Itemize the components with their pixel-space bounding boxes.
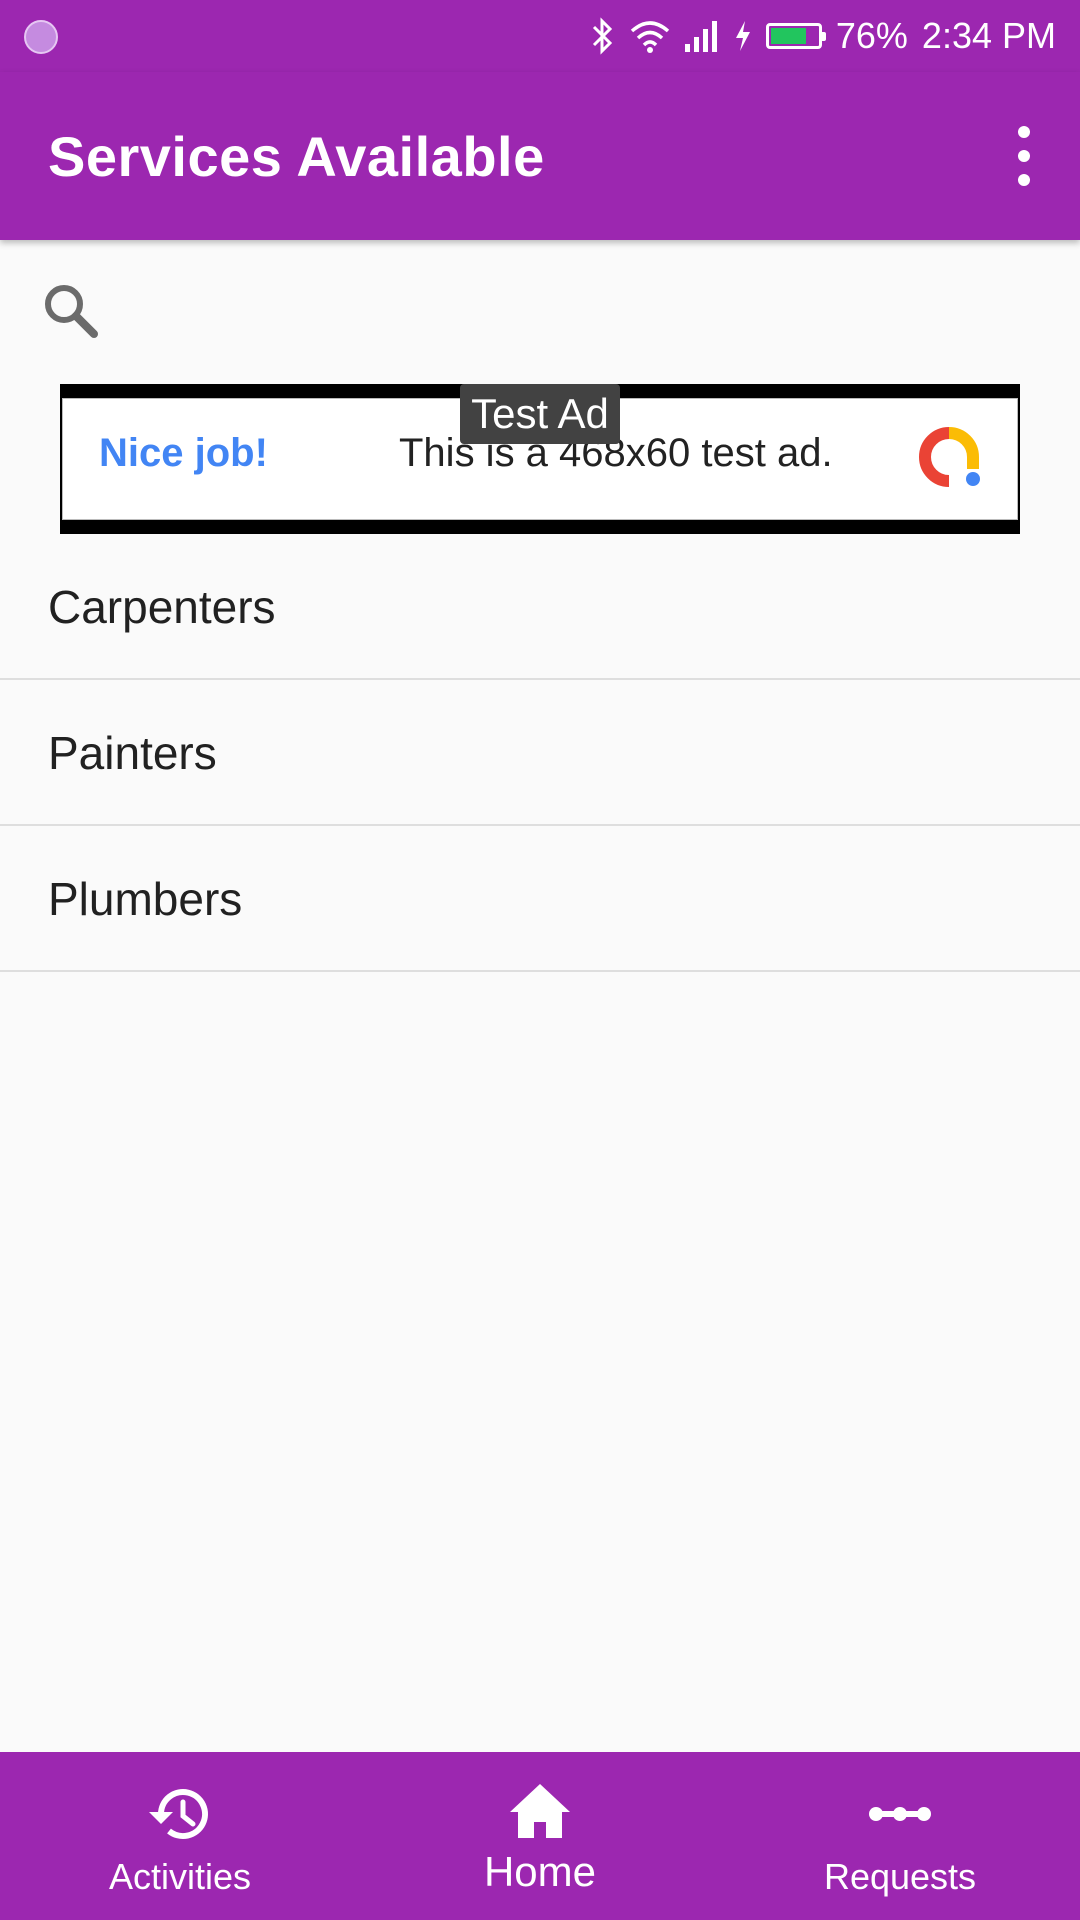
list-item-carpenters[interactable]: Carpenters	[0, 534, 1080, 680]
history-icon	[145, 1782, 215, 1851]
status-bar: 76% 2:34 PM	[0, 0, 1080, 72]
bottom-navigation: Activities Home Requests	[0, 1752, 1080, 1920]
nav-label: Activities	[108, 1856, 252, 1897]
list-item-label: Plumbers	[48, 873, 243, 925]
nav-label: Home	[483, 1848, 597, 1895]
search-icon[interactable]	[40, 280, 102, 347]
wifi-icon	[630, 19, 670, 53]
signal-icon	[684, 20, 720, 52]
service-list: Carpenters Painters Plumbers	[0, 534, 1080, 972]
more-horizontal-icon	[868, 1782, 932, 1851]
list-item-label: Carpenters	[48, 581, 276, 633]
battery-percent: 76%	[835, 15, 908, 56]
home-icon	[508, 1782, 572, 1845]
nav-requests[interactable]: Requests	[720, 1752, 1080, 1920]
nav-label: Requests	[823, 1856, 977, 1897]
list-item-painters[interactable]: Painters	[0, 680, 1080, 826]
bluetooth-icon	[590, 17, 616, 55]
nav-home[interactable]: Home	[360, 1752, 720, 1920]
list-item-label: Painters	[48, 727, 217, 779]
menu-dot	[1018, 174, 1030, 186]
list-item-plumbers[interactable]: Plumbers	[0, 826, 1080, 972]
search-input[interactable]	[130, 290, 1034, 342]
app-bar: Services Available	[0, 72, 1080, 240]
battery-icon	[765, 23, 826, 49]
page-title: Services Available	[48, 125, 545, 188]
ad-banner[interactable]: Nice job! This is a 468x60 test ad. Test…	[60, 384, 1020, 534]
ad-label: Test Ad	[460, 384, 620, 444]
overflow-menu-button[interactable]	[1006, 126, 1042, 186]
menu-dot	[1018, 150, 1030, 162]
ad-logo-icon	[917, 425, 981, 494]
ad-headline: Nice job!	[99, 431, 268, 475]
menu-dot	[1018, 126, 1030, 138]
notification-icon	[24, 20, 58, 54]
clock: 2:34 PM	[921, 15, 1056, 56]
status-indicators: 76% 2:34 PM	[590, 14, 1056, 58]
charging-icon	[734, 20, 752, 52]
search-bar[interactable]	[40, 280, 1040, 350]
nav-activities[interactable]: Activities	[0, 1752, 360, 1920]
